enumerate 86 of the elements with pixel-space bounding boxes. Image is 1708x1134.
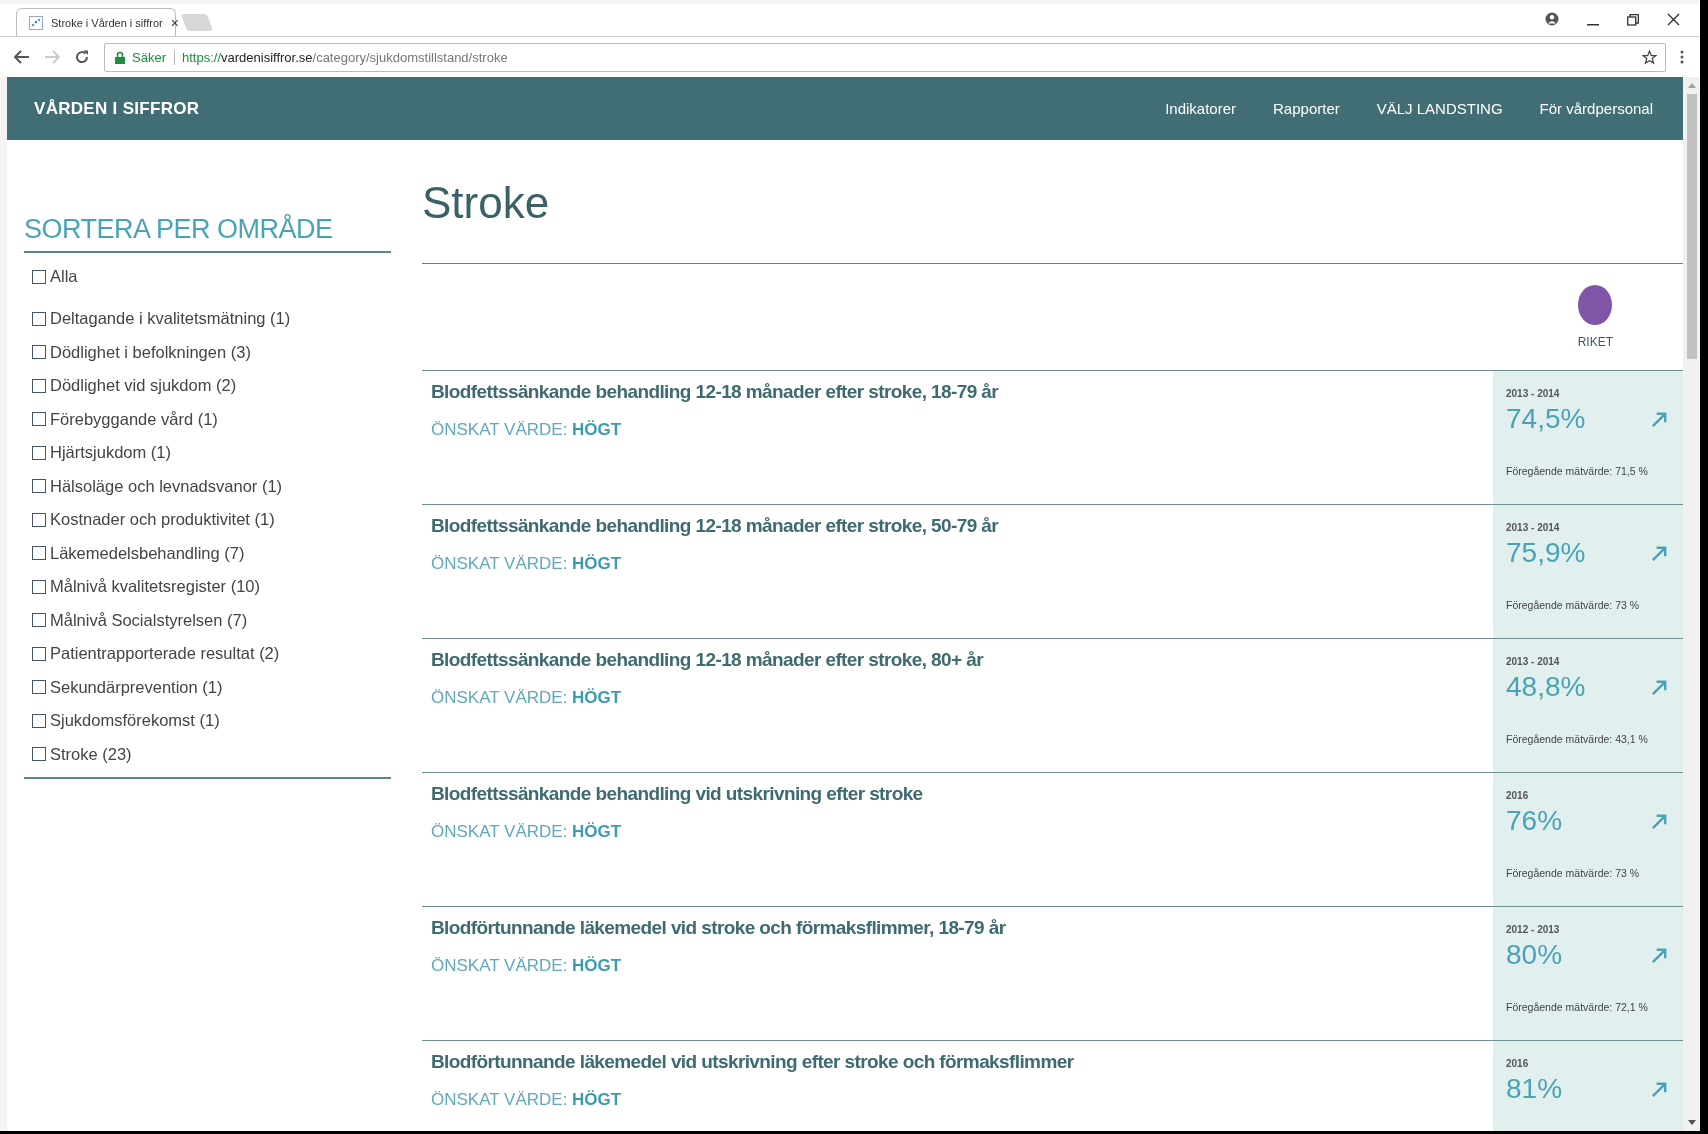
period-label: 2013 - 2014 xyxy=(1506,656,1560,667)
nav-link[interactable]: VÄLJ LANDSTING xyxy=(1376,100,1503,117)
desired-value: ÖNSKAT VÄRDE: HÖGT xyxy=(431,956,622,976)
tab-close-button[interactable]: × xyxy=(170,14,179,31)
checkbox[interactable] xyxy=(32,546,46,561)
period-label: 2013 - 2014 xyxy=(1506,522,1560,533)
previous-value: Föregående mätvärde: 71,5 % xyxy=(1506,465,1648,477)
minimize-icon[interactable] xyxy=(1587,24,1599,26)
close-icon[interactable] xyxy=(1667,13,1680,26)
desired-value: ÖNSKAT VÄRDE: HÖGT xyxy=(431,420,622,440)
result-value: 76% xyxy=(1506,805,1563,837)
filter-label[interactable]: Patientrapporterade resultat (2) xyxy=(50,644,280,664)
page-title: Stroke xyxy=(422,140,1683,264)
tab-title: Stroke i Vården i siffror xyxy=(51,16,163,29)
previous-value: Föregående mätvärde: 43,1 % xyxy=(1506,733,1648,745)
filter-label[interactable]: Målnivå kvalitetsregister (10) xyxy=(50,577,260,597)
lock-icon xyxy=(115,50,125,64)
filter-label[interactable]: Förebyggande vård (1) xyxy=(50,409,218,429)
sidebar-title: SORTERA PER OMRÅDE xyxy=(24,214,391,253)
filter-label[interactable]: Stroke (23) xyxy=(50,744,132,764)
checkbox[interactable] xyxy=(32,445,46,460)
checkbox[interactable] xyxy=(32,269,46,284)
checkbox[interactable] xyxy=(32,479,46,494)
back-arrow-icon[interactable] xyxy=(14,50,30,64)
previous-value: Föregående mätvärde: 72,1 % xyxy=(1506,1001,1648,1013)
filter-label[interactable]: Alla xyxy=(50,267,78,286)
filter-label[interactable]: Dödlighet vid sjukdom (2) xyxy=(50,376,237,396)
period-label: 2013 - 2014 xyxy=(1506,388,1560,399)
legend-label: RIKET xyxy=(1577,335,1613,349)
checkbox[interactable] xyxy=(32,713,46,728)
filter-label[interactable]: Sjukdomsförekomst (1) xyxy=(50,711,220,731)
period-label: 2016 xyxy=(1506,790,1529,801)
result-value: 74,5% xyxy=(1506,403,1586,435)
filter-label[interactable]: Hjärtsjukdom (1) xyxy=(50,443,172,463)
desired-value: ÖNSKAT VÄRDE: HÖGT xyxy=(431,1090,622,1110)
filter-label[interactable]: Målnivå Socialstyrelsen (7) xyxy=(50,610,248,630)
filter-label[interactable]: Läkemedelsbehandling (7) xyxy=(50,543,245,563)
checkbox[interactable] xyxy=(32,646,46,661)
desired-value: ÖNSKAT VÄRDE: HÖGT xyxy=(431,822,622,842)
checkbox[interactable] xyxy=(32,613,46,628)
checkbox[interactable] xyxy=(32,747,46,762)
restore-icon[interactable] xyxy=(1627,14,1639,26)
account-icon[interactable] xyxy=(1545,12,1559,26)
menu-icon[interactable] xyxy=(1680,50,1684,64)
previous-value: Föregående mätvärde: 73 % xyxy=(1506,599,1640,611)
checkbox[interactable] xyxy=(32,311,46,326)
checkbox[interactable] xyxy=(32,378,46,393)
result-value: 48,8% xyxy=(1506,671,1586,703)
filter-label[interactable]: Dödlighet i befolkningen (3) xyxy=(50,342,251,362)
desired-value: ÖNSKAT VÄRDE: HÖGT xyxy=(431,554,622,574)
indicator-title[interactable]: Blodfettssänkande behandling 12-18 månader efter stroke, 50-79 år xyxy=(431,515,999,537)
indicator-title[interactable]: Blodfettssänkande behandling 12-18 månader efter stroke, 80+ år xyxy=(431,649,983,671)
filter-label[interactable]: Deltagande i kvalitetsmätning (1) xyxy=(50,309,291,329)
checkbox[interactable] xyxy=(32,579,46,594)
period-label: 2016 xyxy=(1506,1058,1529,1069)
scrollbar[interactable] xyxy=(1683,77,1700,1131)
indicator-title[interactable]: Blodfettssänkande behandling vid utskrivning efter stroke xyxy=(431,783,923,805)
nav-link[interactable]: Rapporter xyxy=(1273,100,1340,117)
period-label: 2012 - 2013 xyxy=(1506,924,1560,935)
result-value: 81% xyxy=(1506,1073,1563,1105)
scrollbar-thumb[interactable] xyxy=(1686,94,1697,359)
filter-label[interactable]: Kostnader och produktivitet (1) xyxy=(50,510,275,530)
indicator-title[interactable]: Blodförtunnande läkemedel vid utskrivning efter stroke och förmaksflimmer xyxy=(431,1051,1074,1073)
scroll-down-icon[interactable] xyxy=(1687,1120,1696,1125)
previous-value: Föregående mätvärde: 73 % xyxy=(1506,867,1640,879)
nav-link[interactable]: Indikatorer xyxy=(1165,100,1237,117)
indicator-title[interactable]: Blodförtunnande läkemedel vid stroke och förmaksflimmer, 18-79 år xyxy=(431,917,1006,939)
checkbox[interactable] xyxy=(32,512,46,527)
result-value: 80% xyxy=(1506,939,1563,971)
filter-label[interactable]: Sekundärprevention (1) xyxy=(50,677,223,697)
filter-label[interactable]: Hälsoläge och levnadsvanor (1) xyxy=(50,476,283,496)
checkbox[interactable] xyxy=(32,680,46,695)
desired-value: ÖNSKAT VÄRDE: HÖGT xyxy=(431,688,622,708)
indicator-title[interactable]: Blodfettssänkande behandling 12-18 månader efter stroke, 18-79 år xyxy=(431,381,999,403)
site-logo[interactable]: VÅRDEN I SIFFROR xyxy=(34,98,200,119)
chart-icon xyxy=(29,15,43,30)
browser-tab[interactable]: Stroke i Vården i siffror × xyxy=(16,8,176,36)
address-bar[interactable]: Säker https://vardenisiffror.se/category/sjukdomstillstand/stroke xyxy=(104,42,1666,72)
checkbox[interactable] xyxy=(32,345,46,360)
url-text: https://vardenisiffror.se/category/sjukdomstillstand/stroke xyxy=(181,49,508,65)
result-value: 75,9% xyxy=(1506,537,1586,569)
star-icon[interactable] xyxy=(1642,49,1657,65)
nav-link[interactable]: För vårdpersonal xyxy=(1539,100,1653,117)
reload-icon[interactable] xyxy=(74,49,90,65)
checkbox[interactable] xyxy=(32,412,46,427)
security-label: Säker xyxy=(132,49,175,65)
